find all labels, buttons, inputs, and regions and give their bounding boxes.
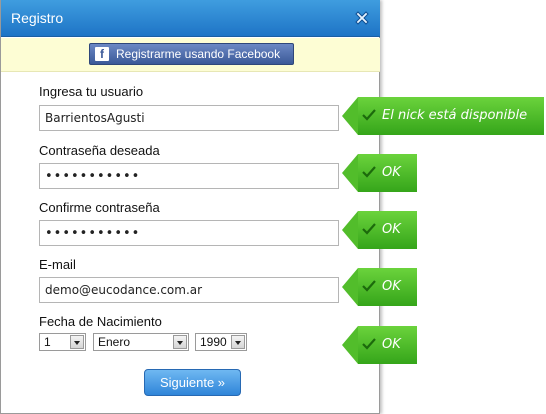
check-icon	[362, 223, 376, 235]
email-input[interactable]	[39, 277, 339, 303]
facebook-login-button[interactable]: f Registrarme usando Facebook	[89, 43, 294, 65]
next-button[interactable]: Siguiente »	[144, 369, 241, 396]
check-icon	[362, 338, 376, 350]
birthdate-label: Fecha de Nacimiento	[39, 314, 162, 329]
email-label: E-mail	[39, 257, 76, 272]
birth-month-select[interactable]: Enero	[93, 333, 189, 351]
check-icon	[362, 280, 376, 292]
birthdate-validation-badge: OK	[342, 326, 417, 364]
chevron-down-icon	[70, 335, 84, 349]
username-label: Ingresa tu usuario	[39, 84, 144, 99]
email-validation-text: OK	[382, 279, 401, 294]
close-icon[interactable]	[353, 9, 371, 27]
birth-day-select[interactable]: 1	[39, 333, 86, 351]
email-validation-badge: OK	[342, 268, 417, 306]
password-input[interactable]	[39, 163, 339, 189]
birth-month-value: Enero	[98, 335, 131, 349]
username-input[interactable]	[39, 105, 339, 131]
confirm-password-input[interactable]	[39, 220, 339, 246]
password-label: Contraseña deseada	[39, 143, 160, 158]
confirm-validation-badge: OK	[342, 211, 417, 249]
dialog-title: Registro	[11, 10, 64, 26]
confirm-validation-text: OK	[382, 222, 401, 237]
birth-year-select[interactable]: 1990	[195, 333, 247, 351]
dialog-titlebar: Registro	[1, 0, 380, 37]
password-validation-text: OK	[382, 165, 401, 180]
chevron-down-icon	[231, 335, 245, 349]
chevron-down-icon	[173, 335, 187, 349]
birthdate-validation-text: OK	[382, 337, 401, 352]
birth-year-value: 1990	[200, 335, 227, 349]
check-icon	[362, 166, 376, 178]
facebook-bar: f Registrarme usando Facebook	[1, 38, 380, 72]
username-validation-badge: El nick está disponible	[342, 97, 544, 135]
facebook-button-label: Registrarme usando Facebook	[116, 47, 281, 61]
username-validation-text: El nick está disponible	[382, 108, 528, 123]
registration-dialog: Registro f Registrarme usando Facebook I…	[0, 0, 380, 414]
confirm-password-label: Confirme contraseña	[39, 200, 160, 215]
check-icon	[362, 109, 376, 121]
birth-day-value: 1	[44, 335, 51, 349]
password-validation-badge: OK	[342, 154, 417, 192]
facebook-icon: f	[95, 47, 109, 61]
